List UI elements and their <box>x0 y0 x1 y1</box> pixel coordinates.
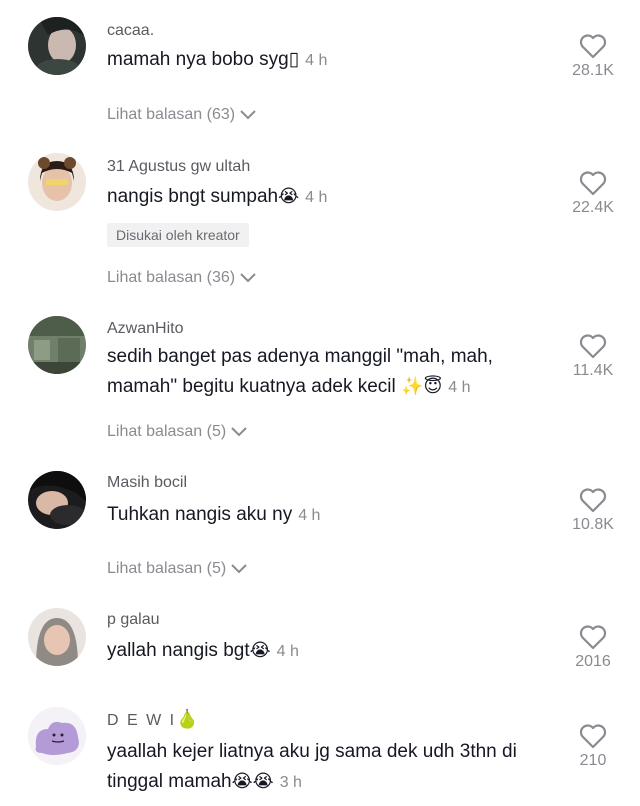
comment-username[interactable]: Masih bocil <box>107 474 187 492</box>
comment-text: sedih banget pas adenya manggil "mah, ma… <box>107 342 547 403</box>
like-button[interactable]: 10.8K <box>568 487 618 534</box>
heart-icon <box>579 488 607 513</box>
comment-body: yallah nangis bgt <box>107 640 250 661</box>
view-replies-label: Lihat balasan (36) <box>107 269 236 286</box>
comment-body: mamah nya bobo syg▯ <box>107 49 300 70</box>
comment-username[interactable]: D E W I🍐 <box>107 709 199 730</box>
comment-text: nangis bngt sumpah😭 4 h <box>107 182 547 213</box>
comment-body: yaallah kejer liatnya aku jg sama dek ud… <box>107 741 523 792</box>
like-button[interactable]: 11.4K <box>568 333 618 380</box>
chevron-down-icon <box>231 427 247 437</box>
avatar[interactable] <box>28 707 86 765</box>
username-text: D E W I <box>107 712 177 729</box>
chevron-down-icon <box>231 564 247 574</box>
like-button[interactable]: 210 <box>568 723 618 770</box>
avatar[interactable] <box>28 17 86 75</box>
sparkles-angel-emoji: ✨😇 <box>401 376 443 397</box>
view-replies-button[interactable]: Lihat balasan (36) <box>107 269 257 287</box>
comment-username[interactable]: AzwanHito <box>107 320 183 338</box>
heart-icon <box>579 334 607 359</box>
crying-emoji: 😭 <box>278 186 300 207</box>
comment-time: 4 h <box>448 379 471 396</box>
avatar[interactable] <box>28 316 86 374</box>
comment-text: Tuhkan nangis aku ny 4 h <box>107 500 547 531</box>
comment-text: yaallah kejer liatnya aku jg sama dek ud… <box>107 737 547 798</box>
like-count: 10.8K <box>572 516 614 533</box>
like-button[interactable]: 28.1K <box>568 33 618 80</box>
comment-body: nangis bngt sumpah <box>107 186 279 207</box>
view-replies-label: Lihat balasan (5) <box>107 423 227 440</box>
heart-icon <box>579 625 607 650</box>
comment-time: 3 h <box>279 774 302 791</box>
heart-icon <box>579 724 607 749</box>
view-replies-label: Lihat balasan (5) <box>107 560 227 577</box>
comment-username[interactable]: p galau <box>107 611 160 629</box>
comment-time: 4 h <box>298 507 321 524</box>
comment-time: 4 h <box>305 52 328 69</box>
like-count: 28.1K <box>572 62 614 79</box>
heart-icon <box>579 34 607 59</box>
comment-body: Tuhkan nangis aku ny <box>107 504 293 525</box>
avatar[interactable] <box>28 153 86 211</box>
view-replies-button[interactable]: Lihat balasan (5) <box>107 423 248 441</box>
like-count: 2016 <box>575 653 611 670</box>
like-button[interactable]: 22.4K <box>568 170 618 217</box>
like-count: 210 <box>579 752 607 769</box>
comment-text: mamah nya bobo syg▯ 4 h <box>107 45 547 76</box>
comment-text: yallah nangis bgt😭 4 h <box>107 636 547 667</box>
comment-username[interactable]: 31 Agustus gw ultah <box>107 158 250 176</box>
chevron-down-icon <box>240 110 256 120</box>
liked-by-creator-badge: Disukai oleh kreator <box>107 223 249 247</box>
view-replies-label: Lihat balasan (63) <box>107 106 236 123</box>
chevron-down-icon <box>240 273 256 283</box>
like-count: 22.4K <box>572 199 614 216</box>
like-count: 11.4K <box>572 362 614 379</box>
crying-emoji: 😭 <box>249 640 271 661</box>
avatar[interactable] <box>28 608 86 666</box>
comment-time: 4 h <box>276 643 299 660</box>
crying-emoji: 😭😭 <box>231 771 274 792</box>
view-replies-button[interactable]: Lihat balasan (63) <box>107 106 257 124</box>
pear-emoji: 🍐 <box>176 709 199 730</box>
like-button[interactable]: 2016 <box>568 624 618 671</box>
comment-time: 4 h <box>305 189 328 206</box>
comment-username[interactable]: cacaa. <box>107 22 154 40</box>
heart-icon <box>579 171 607 196</box>
view-replies-button[interactable]: Lihat balasan (5) <box>107 560 248 578</box>
avatar[interactable] <box>28 471 86 529</box>
